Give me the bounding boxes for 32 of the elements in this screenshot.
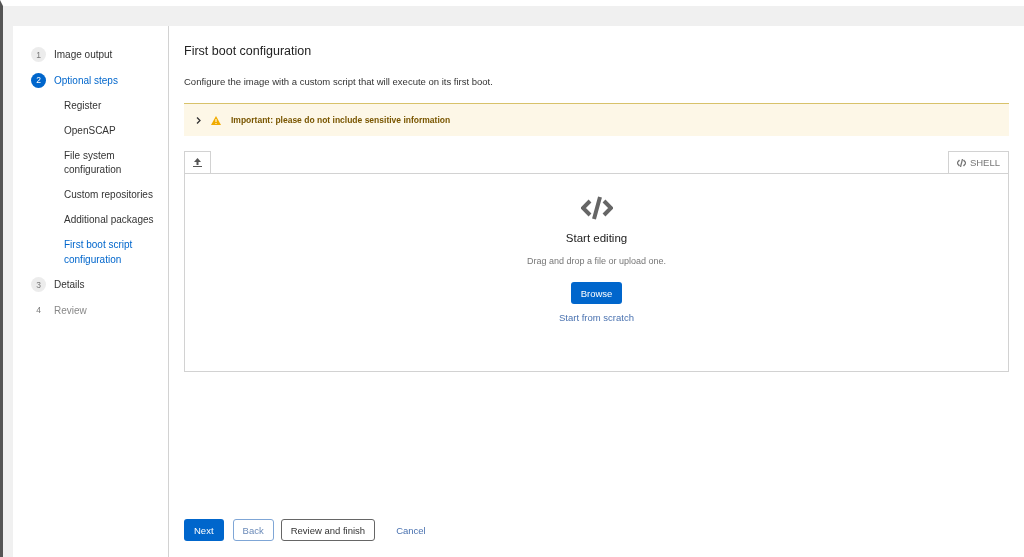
step-number: 2 xyxy=(31,72,46,88)
warning-icon xyxy=(211,115,221,125)
empty-state-title: Start editing xyxy=(565,232,628,244)
empty-state-text: Drag and drop a file or upload one. xyxy=(526,256,667,266)
review-and-finish-button[interactable]: Review and finish xyxy=(280,519,376,541)
alert-text: Important: please do not include sensitive information xyxy=(231,115,451,125)
back-button[interactable]: Back xyxy=(232,519,274,541)
wizard-step[interactable]: Details xyxy=(54,279,85,291)
browse-button[interactable]: Browse xyxy=(570,282,623,304)
step-number: 3 xyxy=(31,277,46,293)
upload-tab[interactable] xyxy=(184,151,211,173)
wizard-substep[interactable]: OpenSCAP xyxy=(31,118,168,143)
start-from-scratch-link[interactable]: Start from scratch xyxy=(555,308,638,327)
code-icon xyxy=(580,196,613,220)
wizard-step[interactable]: Optional steps xyxy=(54,74,118,86)
cancel-link[interactable]: Cancel xyxy=(392,520,430,540)
chevron-icon[interactable] xyxy=(196,116,201,124)
page-description: Configure the image with a custom script that will execute on its first boot. xyxy=(184,76,494,87)
page-title: First boot configuration xyxy=(184,44,313,58)
step-number: 4 xyxy=(35,304,42,318)
code-icon xyxy=(956,158,966,167)
wizard-substep[interactable]: File system configuration xyxy=(31,143,168,183)
upload-icon xyxy=(193,158,202,167)
next-button[interactable]: Next xyxy=(184,519,224,541)
wizard-substep[interactable]: Custom repositories xyxy=(31,182,168,208)
wizard-substep[interactable]: Register xyxy=(31,93,168,118)
language-tab[interactable]: SHELL xyxy=(947,151,1009,173)
wizard-step[interactable]: Image output xyxy=(54,49,113,61)
code-editor[interactable]: Start editing Drag and drop a file or upload one. Browse Start from scratch xyxy=(184,173,1009,372)
wizard-substep[interactable]: Additional packages xyxy=(31,207,168,233)
step-number: 1 xyxy=(31,47,46,63)
wizard-substep[interactable]: First boot script configuration xyxy=(31,232,168,272)
